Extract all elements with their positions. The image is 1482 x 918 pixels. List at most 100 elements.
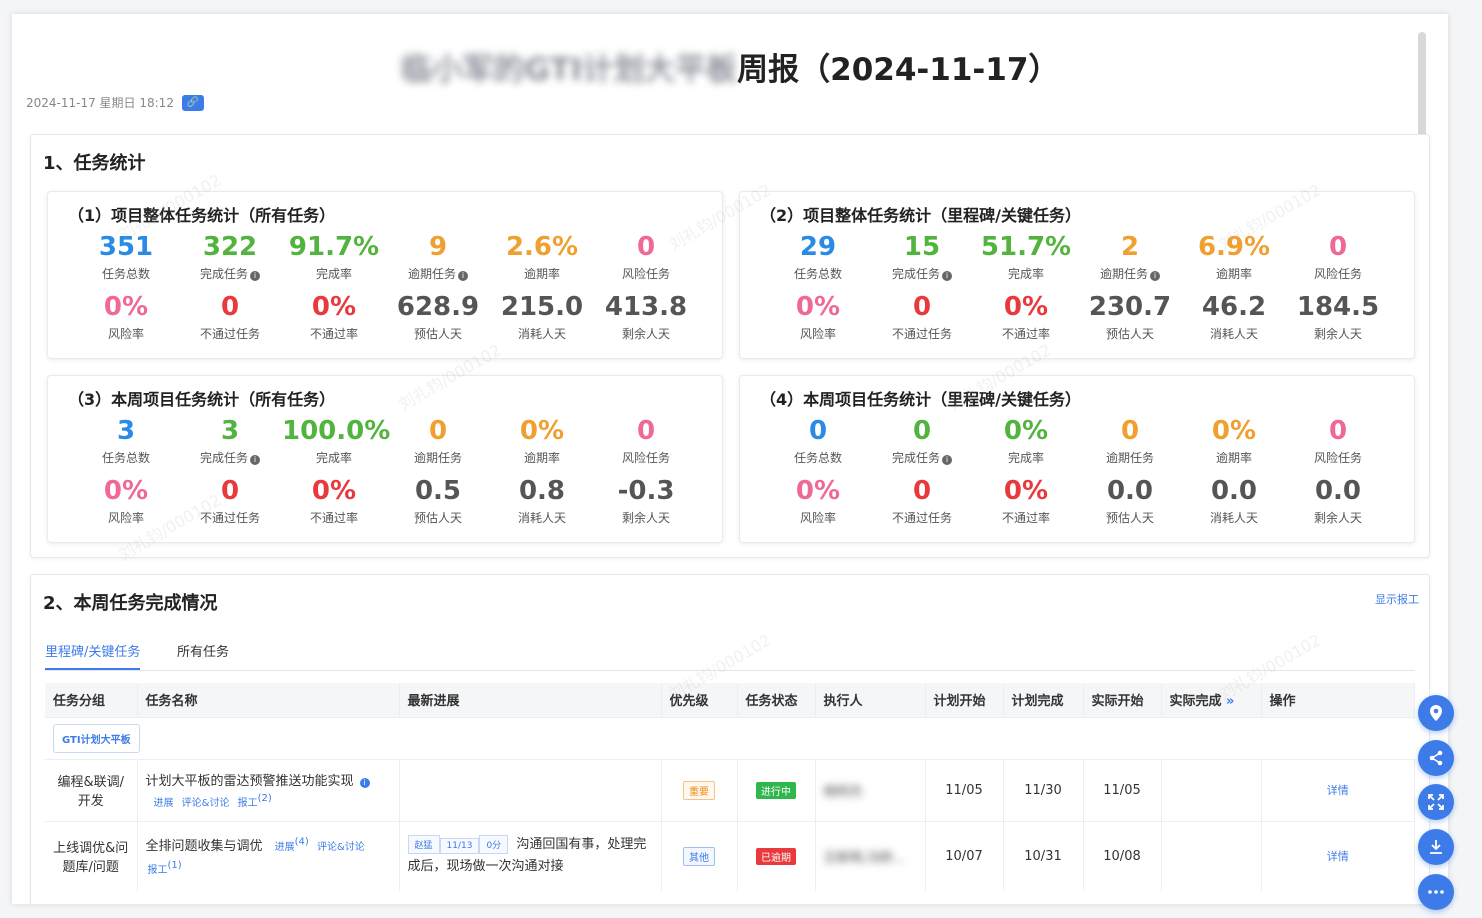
task-tabs: 里程碑/关键任务 所有任务 — [45, 641, 1415, 671]
link-icon[interactable]: 🔗 — [181, 94, 204, 111]
metric-value: 46.2 — [1201, 292, 1267, 322]
metric-item: 0 风险任务 — [1286, 232, 1390, 282]
col-actual-end: 实际完成 » — [1161, 683, 1262, 717]
metric-label: 逾期任务 i — [1078, 265, 1182, 282]
metric-value: 0 — [912, 476, 932, 506]
progress-author: 赵猛 — [407, 835, 440, 855]
metric-label-text: 风险率 — [107, 511, 144, 525]
metric-value: 15 — [903, 232, 941, 262]
metric-value: 6.9% — [1197, 232, 1271, 262]
info-icon[interactable]: i — [458, 271, 468, 281]
work-log-link[interactable]: 报工 — [238, 798, 258, 809]
info-icon[interactable]: i — [942, 271, 952, 281]
metric-item: 0 逾期任务 — [1078, 416, 1182, 466]
metric-label-text: 任务总数 — [101, 267, 150, 281]
detail-link[interactable]: 详情 — [1327, 850, 1349, 863]
metric-value: 9 — [428, 232, 448, 262]
metric-label: 风险任务 — [594, 449, 698, 466]
metric-label: 剩余人天 — [1286, 509, 1390, 526]
metric-label: 不通过率 — [282, 325, 386, 342]
report-title: 临小军的GTI计划大平板周报（2024-11-17） — [12, 44, 1448, 89]
status-badge: 进行中 — [756, 781, 796, 799]
metric-value: 322 — [202, 232, 258, 262]
metric-item: 230.7 预估人天 — [1078, 292, 1182, 342]
task-name-link[interactable]: 计划大平板的雷达预警推送功能实现 — [146, 774, 354, 789]
metric-item: 0 不通过任务 — [870, 476, 974, 526]
metric-value: 0 — [1328, 232, 1348, 262]
cell-priority: 重要 — [661, 758, 738, 821]
cell-actual-end — [1161, 758, 1262, 821]
more-icon[interactable] — [1418, 874, 1454, 910]
metric-value: 0 — [220, 476, 240, 506]
info-icon[interactable]: i — [942, 455, 952, 465]
tab-milestone[interactable]: 里程碑/关键任务 — [45, 641, 141, 670]
metric-value: 0 — [912, 292, 932, 322]
metric-item: 100.0% 完成率 — [282, 416, 390, 466]
metric-label: 预估人天 — [1078, 325, 1182, 342]
metric-label-text: 不通过任务 — [891, 327, 952, 341]
info-icon: i — [359, 777, 370, 788]
comments-link[interactable]: 评论&讨论 — [182, 798, 230, 809]
metric-label-text: 预估人天 — [1105, 511, 1154, 525]
table-row: 编程&联调/开发 计划大平板的雷达预警推送功能实现 i 进展 评论&讨论 报工(… — [45, 758, 1415, 821]
priority-badge: 其他 — [683, 846, 715, 866]
cell-name: 计划大平板的雷达预警推送功能实现 i 进展 评论&讨论 报工(2) — [137, 758, 400, 821]
metric-value: 0.5 — [414, 476, 462, 506]
show-work-link[interactable]: 显示报工 — [1375, 591, 1419, 607]
col-name: 任务名称 — [137, 683, 400, 717]
metric-item: 2.6% 逾期率 — [490, 232, 594, 282]
metric-value: 0% — [103, 292, 149, 322]
metric-value: 413.8 — [604, 292, 688, 322]
metric-value: 0 — [1328, 416, 1348, 446]
metric-label: 完成率 — [974, 265, 1078, 282]
detail-link[interactable]: 详情 — [1327, 784, 1349, 797]
work-log-link[interactable]: 报工 — [148, 865, 168, 876]
metric-item: 0% 完成率 — [974, 416, 1078, 466]
expand-columns-icon[interactable]: » — [1226, 694, 1234, 709]
metric-value: 29 — [799, 232, 837, 262]
stat-card-4: （4）本周项目任务统计（里程碑/关键任务） 0 任务总数 0 完成任务 i 0% 完成率 0 逾期… — [739, 375, 1415, 543]
metric-label-text: 风险率 — [107, 327, 144, 341]
comments-link[interactable]: 评论&讨论 — [317, 842, 365, 853]
cell-status: 已逾期 — [737, 820, 816, 891]
cell-name: 全排问题收集与调优 进展(4) 评论&讨论 报工(1) — [137, 820, 400, 891]
metric-value: 0.8 — [518, 476, 566, 506]
info-icon[interactable]: i — [1150, 271, 1160, 281]
cell-action: 详情 — [1261, 820, 1415, 891]
metric-value: 0 — [808, 416, 828, 446]
progress-link[interactable]: 进展 — [275, 842, 295, 853]
priority-badge: 重要 — [683, 780, 715, 800]
metric-label-text: 完成任务 — [199, 267, 248, 281]
metric-label-text: 预估人天 — [413, 511, 462, 525]
task-table: 任务分组 任务名称 最新进展 优先级 任务状态 执行人 计划开始 计划完成 实际… — [45, 683, 1415, 891]
metric-item: 0% 逾期率 — [490, 416, 594, 466]
status-badge: 已逾期 — [756, 847, 796, 865]
cell-progress — [399, 758, 662, 821]
work-log-count: (1) — [167, 860, 182, 872]
title-suffix: 周报（2024-11-17） — [737, 52, 1060, 88]
cell-plan-start: 10/07 — [925, 820, 1004, 891]
share-icon[interactable] — [1418, 740, 1454, 776]
assignee-name: 王新明,冯桥... — [823, 850, 906, 866]
fullscreen-icon[interactable] — [1418, 784, 1454, 820]
info-icon[interactable]: i — [250, 455, 260, 465]
assignee-name: 杨阿杰 — [823, 784, 863, 800]
group-tag[interactable]: GTI计划大平板 — [53, 723, 140, 753]
metric-item: 0% 不通过率 — [282, 476, 386, 526]
task-name-link[interactable]: 全排问题收集与调优 — [146, 839, 263, 854]
metric-value: 3 — [220, 416, 240, 446]
download-icon[interactable] — [1418, 829, 1454, 865]
progress-count: (4) — [294, 836, 309, 848]
metric-label-text: 不通过任务 — [199, 327, 260, 341]
metric-value: 0% — [1211, 416, 1257, 446]
metric-item: 413.8 剩余人天 — [594, 292, 698, 342]
info-icon[interactable]: i — [250, 271, 260, 281]
metric-label-text: 逾期任务 — [413, 451, 462, 465]
metric-label: 逾期率 — [1182, 449, 1286, 466]
progress-link[interactable]: 进展 — [154, 798, 174, 809]
cell-plan-end: 10/31 — [1003, 820, 1084, 891]
location-icon[interactable] — [1418, 695, 1454, 731]
tab-all-tasks[interactable]: 所有任务 — [177, 641, 229, 668]
metric-label-text: 逾期率 — [1215, 451, 1252, 465]
metric-label: 逾期任务 — [1078, 449, 1182, 466]
